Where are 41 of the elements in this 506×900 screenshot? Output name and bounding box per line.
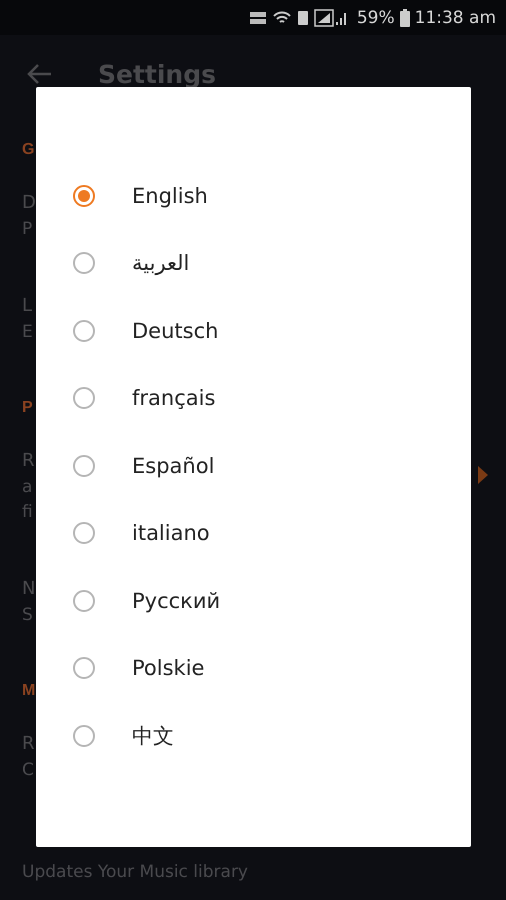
battery-icon xyxy=(400,8,410,26)
setting-title: R xyxy=(22,449,35,473)
back-arrow-icon[interactable] xyxy=(26,63,52,85)
battery-percent: 59% xyxy=(356,8,395,28)
setting-description: a xyxy=(22,476,32,499)
radio-button[interactable] xyxy=(73,252,95,274)
radio-button[interactable] xyxy=(73,454,95,477)
language-option[interactable]: 中文 xyxy=(132,722,174,750)
screen-title: Settings xyxy=(98,60,216,88)
setting-title: N xyxy=(22,577,36,601)
setting-title: L xyxy=(22,294,32,318)
language-option[interactable]: العربية xyxy=(132,251,190,276)
language-option[interactable]: Polskie xyxy=(132,656,204,680)
radio-button[interactable] xyxy=(73,724,95,747)
setting-description: P xyxy=(22,218,32,241)
setting-title: D xyxy=(22,191,36,215)
radio-button[interactable] xyxy=(73,522,95,544)
setting-description: E xyxy=(22,321,33,344)
sim-icon xyxy=(296,10,309,26)
section-header: M xyxy=(22,681,36,701)
language-option[interactable]: English xyxy=(132,184,208,208)
chevron-icon[interactable] xyxy=(478,466,488,484)
wifi-icon xyxy=(272,10,292,26)
language-option[interactable]: Русский xyxy=(132,588,220,613)
language-option[interactable]: Deutsch xyxy=(132,318,218,343)
radio-button[interactable] xyxy=(73,590,95,612)
language-option[interactable]: français xyxy=(132,386,216,410)
radio-button[interactable] xyxy=(73,320,95,342)
language-option[interactable]: Español xyxy=(132,454,214,478)
clock-time: 11:38 am xyxy=(414,8,496,28)
setting-description: C xyxy=(22,759,34,782)
section-header: P xyxy=(22,398,33,418)
setting-description: S xyxy=(22,604,33,627)
setting-title: R xyxy=(22,732,35,756)
setting-description: Updates Your Music library xyxy=(22,861,248,884)
radio-button[interactable] xyxy=(73,184,95,207)
setting-description: fi xyxy=(22,501,33,524)
radio-button[interactable] xyxy=(73,387,95,410)
radio-button[interactable] xyxy=(73,657,95,680)
language-option[interactable]: italiano xyxy=(132,521,210,546)
section-header: G xyxy=(22,140,34,160)
